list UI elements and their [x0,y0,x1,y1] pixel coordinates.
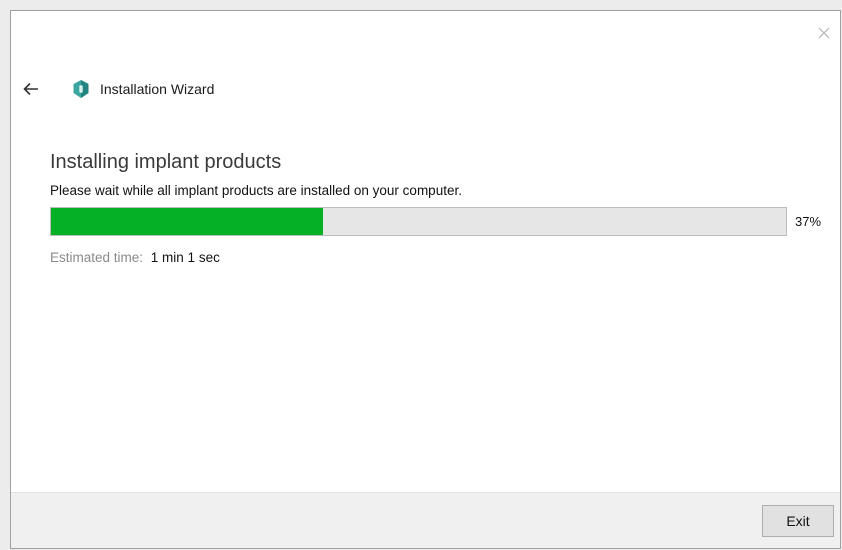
header: Installation Wizard [23,77,214,101]
installer-window: Installation Wizard Installing implant p… [10,10,841,549]
estimated-time: Estimated time: 1 min 1 sec [50,250,840,265]
arrow-left-icon [23,82,38,96]
footer: Exit [11,492,840,548]
close-button[interactable] [814,23,834,43]
window-title: Installation Wizard [100,81,215,97]
page-title: Installing implant products [50,151,282,173]
exit-button[interactable]: Exit [762,505,834,537]
progress-fill [51,208,323,235]
back-button[interactable] [23,79,47,99]
page-subtitle: Please wait while all implant products a… [50,183,462,198]
estimated-time-value: 1 min 1 sec [150,250,220,265]
estimated-time-label: Estimated time: [50,250,144,265]
main-content: Installing implant products Please wait … [50,149,840,265]
shield-icon [73,80,89,98]
close-icon [818,27,830,39]
progress-percent: 37% [795,214,822,229]
progress-row: 37% [50,207,840,236]
progress-bar [50,207,787,236]
